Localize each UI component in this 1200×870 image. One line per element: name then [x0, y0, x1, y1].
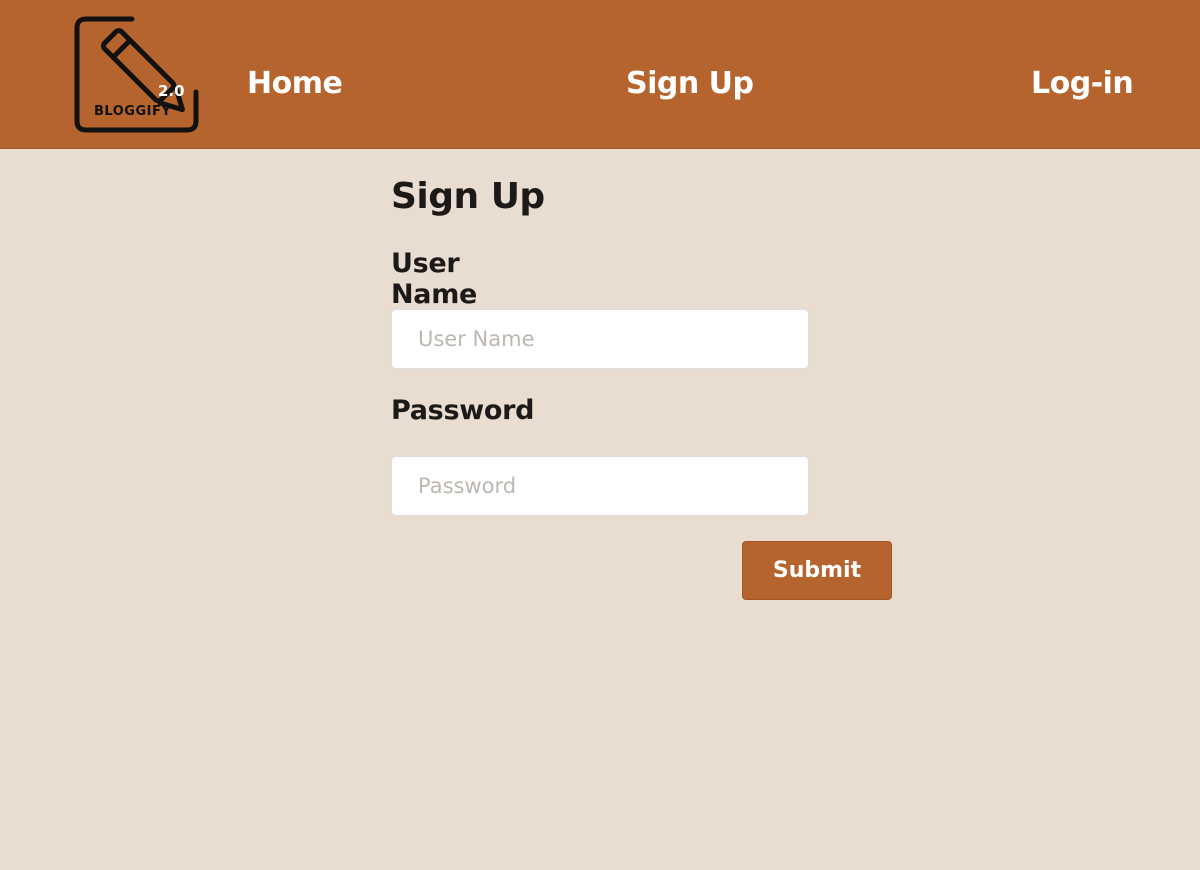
sign-up-form: Sign Up User Name Password Submit: [391, 176, 892, 600]
navbar: 2.0 BLOGGIFY Home Sign Up Log-in: [0, 0, 1200, 149]
bloggify-logo[interactable]: 2.0 BLOGGIFY: [72, 10, 208, 136]
page-title: Sign Up: [391, 176, 545, 217]
username-input[interactable]: [391, 309, 809, 369]
logo-version: 2.0: [158, 82, 185, 100]
username-label: User Name: [391, 248, 478, 310]
nav-sign-up[interactable]: Sign Up: [626, 66, 754, 101]
nav-home[interactable]: Home: [247, 66, 343, 101]
password-label: Password: [391, 395, 535, 426]
logo-name: BLOGGIFY: [94, 104, 172, 119]
submit-button[interactable]: Submit: [742, 541, 892, 600]
password-input[interactable]: [391, 456, 809, 516]
nav-log-in[interactable]: Log-in: [1031, 66, 1134, 101]
